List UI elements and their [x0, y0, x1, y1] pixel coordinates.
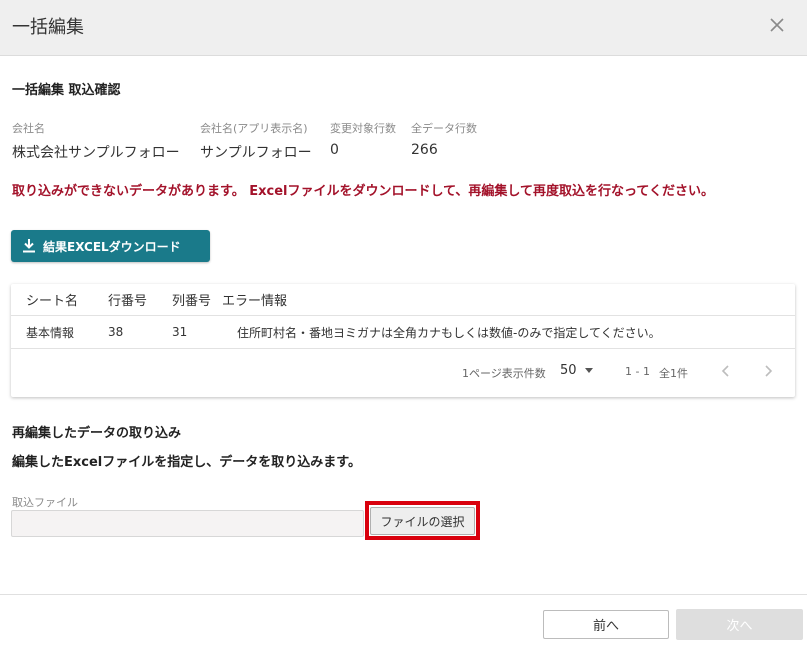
info-value: サンプルフォロー: [200, 145, 312, 161]
download-result-excel-button[interactable]: 結果EXCELダウンロード: [11, 230, 210, 262]
header-error-info: エラー情報: [222, 294, 288, 309]
next-page-icon[interactable]: [760, 363, 776, 379]
download-icon: [23, 239, 35, 253]
error-message: 取り込みができないデータがあります。 Excelファイルをダウンロードして、再編…: [12, 184, 715, 199]
info-changed-rows: 変更対象行数 0: [330, 120, 396, 158]
table-header-row: シート名 行番号 列番号 エラー情報: [11, 284, 795, 316]
prev-button[interactable]: 前へ: [543, 610, 669, 639]
reimport-title: 再編集したデータの取り込み: [12, 426, 182, 441]
bulk-edit-dialog: 一括編集 一括編集 取込確認 会社名 株式会社サンプルフォロー 会社名(アプリ表…: [0, 0, 807, 645]
header-sheet: シート名: [26, 294, 79, 309]
footer-divider: [0, 594, 807, 595]
dialog-title: 一括編集: [12, 17, 84, 38]
total-count: 全1件: [659, 367, 688, 380]
next-button[interactable]: 次へ: [676, 609, 803, 640]
info-value: 株式会社サンプルフォロー: [12, 145, 180, 161]
info-app-name: 会社名(アプリ表示名) サンプルフォロー: [200, 120, 312, 162]
info-label: 変更対象行数: [330, 122, 396, 135]
import-file-field[interactable]: [11, 510, 364, 537]
info-value: 0: [330, 142, 339, 158]
prev-page-icon[interactable]: [718, 363, 734, 379]
table-row: 基本情報 38 31 住所町村名・番地ヨミガナは全角カナもしくは数値-のみで指定…: [11, 316, 795, 349]
reimport-description: 編集したExcelファイルを指定し、データを取り込みます。: [12, 455, 361, 470]
per-page-value: 50: [560, 363, 577, 378]
page-range: 1 - 1: [625, 365, 650, 378]
error-table: シート名 行番号 列番号 エラー情報 基本情報 38 31 住所町村名・番地ヨミ…: [11, 284, 795, 397]
section-title: 一括編集 取込確認: [12, 83, 121, 98]
caret-down-icon: [584, 368, 593, 373]
table-pager: 1ページ表示件数 50 1 - 1 全1件: [11, 350, 795, 396]
per-page-select[interactable]: 50: [560, 363, 593, 378]
info-label: 会社名: [12, 122, 45, 135]
cell-error-info: 住所町村名・番地ヨミガナは全角カナもしくは数値-のみで指定してください。: [237, 325, 661, 340]
info-label: 会社名(アプリ表示名): [200, 122, 308, 135]
info-label: 全データ行数: [411, 122, 477, 135]
choose-file-button[interactable]: ファイルの選択: [370, 507, 475, 535]
header-col-number: 列番号: [172, 294, 212, 309]
cell-row-number: 38: [108, 325, 124, 339]
cell-sheet: 基本情報: [26, 325, 75, 340]
header-row-number: 行番号: [108, 294, 148, 309]
info-value: 266: [411, 142, 438, 158]
import-file-label: 取込ファイル: [12, 496, 78, 509]
cell-col-number: 31: [172, 325, 188, 339]
info-company: 会社名 株式会社サンプルフォロー: [12, 120, 180, 162]
dialog-header: 一括編集: [0, 0, 807, 56]
info-total-rows: 全データ行数 266: [411, 120, 477, 158]
per-page-label: 1ページ表示件数: [462, 367, 546, 380]
close-icon[interactable]: [767, 15, 787, 35]
download-button-label: 結果EXCELダウンロード: [43, 239, 181, 254]
